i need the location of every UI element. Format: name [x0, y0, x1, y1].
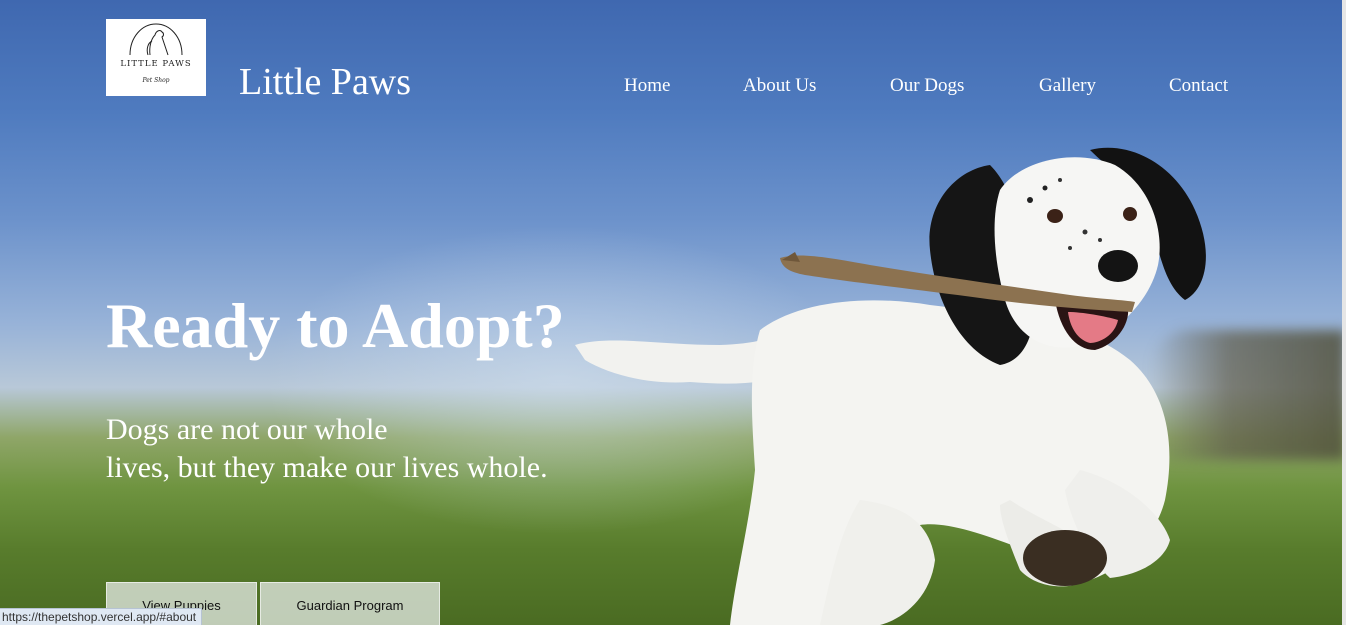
- guardian-program-button[interactable]: Guardian Program: [260, 582, 440, 625]
- hero-tagline: Dogs are not our whole lives, but they m…: [106, 411, 548, 487]
- main-nav: Home About Us Our Dogs Gallery Contact: [0, 75, 1346, 99]
- hero-tagline-line-2: lives, but they make our lives whole.: [106, 451, 548, 484]
- browser-status-url: https://thepetshop.vercel.app/#about: [0, 608, 203, 625]
- nav-gallery-link[interactable]: Gallery: [1039, 75, 1096, 97]
- page: LITTLE PAWS Pet Shop Little Paws Home Ab…: [0, 0, 1346, 625]
- nav-about-us-link[interactable]: About Us: [743, 75, 816, 97]
- nav-home-link[interactable]: Home: [624, 75, 670, 97]
- nav-our-dogs-link[interactable]: Our Dogs: [890, 75, 964, 97]
- hero-headline: Ready to Adopt?: [106, 290, 565, 361]
- hero-tagline-line-1: Dogs are not our whole: [106, 413, 388, 446]
- logo-main-text: LITTLE PAWS: [120, 59, 192, 69]
- nav-contact-link[interactable]: Contact: [1169, 75, 1228, 97]
